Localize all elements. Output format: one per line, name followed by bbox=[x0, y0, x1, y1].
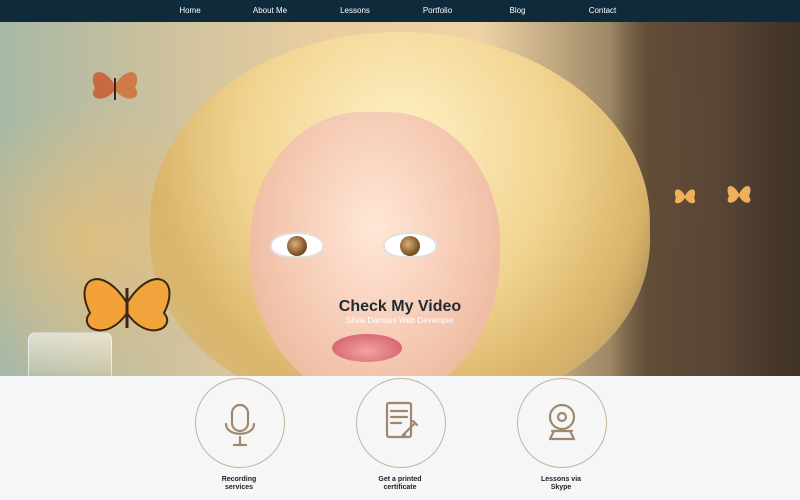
nav-items: Home About Me Lessons Portfolio Blog Con… bbox=[153, 0, 648, 22]
service-label: Recording services bbox=[221, 476, 257, 491]
nav-lessons[interactable]: Lessons bbox=[313, 0, 398, 22]
top-nav: Home About Me Lessons Portfolio Blog Con… bbox=[0, 0, 800, 22]
hero-subtitle: Silvia Damiani Web Developer bbox=[346, 316, 454, 325]
left-iris bbox=[287, 236, 307, 256]
service-recording[interactable]: Recording services bbox=[179, 376, 299, 500]
service-circle bbox=[517, 378, 607, 468]
left-eye bbox=[270, 232, 324, 258]
service-certificate[interactable]: Get a printed certificate bbox=[340, 376, 460, 500]
webcam-icon bbox=[548, 403, 576, 441]
hero-banner: Check My Video Silvia Damiani Web Develo… bbox=[0, 22, 800, 376]
service-circle bbox=[356, 378, 446, 468]
hero-title: Check My Video bbox=[338, 298, 462, 315]
right-eye bbox=[383, 232, 437, 258]
butterfly-icon bbox=[674, 189, 696, 204]
service-label: Get a printed certificate bbox=[378, 476, 422, 491]
nav-home[interactable]: Home bbox=[153, 0, 228, 22]
services-section: Recording services Get a printed certifi… bbox=[0, 376, 800, 500]
lips bbox=[332, 334, 402, 362]
butterfly-icon bbox=[727, 185, 751, 203]
right-iris bbox=[400, 236, 420, 256]
nav-portfolio[interactable]: Portfolio bbox=[398, 0, 478, 22]
service-skype-lessons[interactable]: Lessons via Skype bbox=[501, 376, 621, 500]
nav-blog[interactable]: Blog bbox=[478, 0, 558, 22]
microphone-icon bbox=[224, 403, 256, 447]
certificate-icon bbox=[385, 401, 419, 439]
nav-about[interactable]: About Me bbox=[228, 0, 313, 22]
butterfly-icon bbox=[92, 72, 138, 100]
service-label: Lessons via Skype bbox=[540, 476, 582, 491]
service-circle bbox=[195, 378, 285, 468]
nav-contact[interactable]: Contact bbox=[558, 0, 648, 22]
